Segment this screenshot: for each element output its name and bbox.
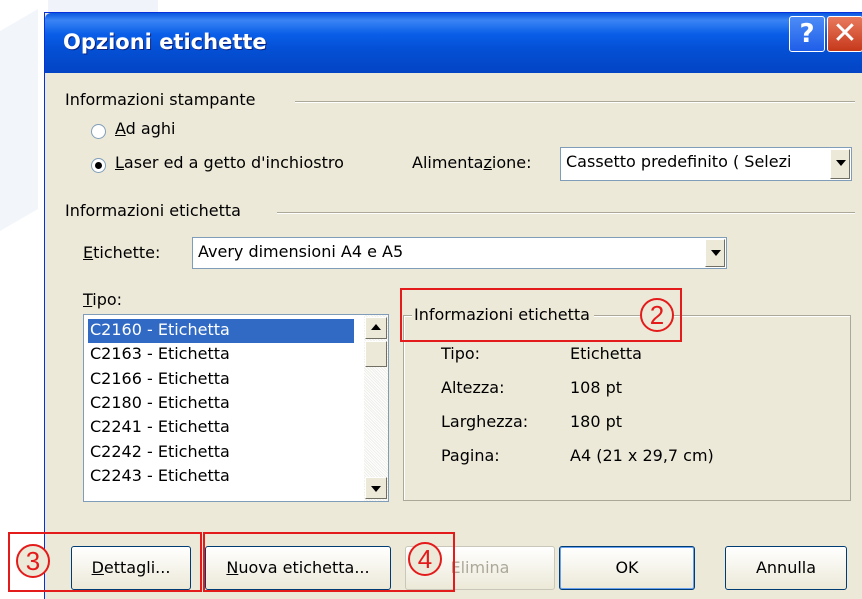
vertical-scrollbar[interactable] [364, 315, 388, 501]
list-item[interactable]: C2243 - Etichetta [90, 465, 230, 489]
dot-matrix-radio[interactable] [91, 124, 106, 139]
callout-badge-3: 3 [16, 544, 50, 578]
list-item[interactable]: C2242 - Etichetta [90, 441, 230, 465]
printer-info-group-label: Informazioni stampante [65, 90, 260, 109]
scroll-up-icon[interactable] [365, 317, 387, 339]
tray-label: Alimentazione: [412, 153, 532, 172]
callout-badge-4: 4 [408, 542, 442, 576]
detail-page-value: A4 (21 x 29,7 cm) [570, 446, 714, 465]
vendor-select[interactable]: Avery dimensioni A4 e A5 [192, 237, 727, 269]
chevron-down-icon[interactable] [830, 149, 850, 179]
dialog-title: Opzioni etichette [63, 30, 267, 54]
label-info-group-label: Informazioni etichetta [65, 201, 245, 220]
detail-width-label: Larghezza: [441, 412, 529, 431]
group-divider [277, 212, 855, 214]
group-divider [295, 101, 855, 103]
list-item[interactable]: C2163 - Etichetta [90, 343, 230, 367]
detail-height-value: 108 pt [570, 378, 623, 397]
scroll-thumb[interactable] [365, 341, 387, 367]
dot-matrix-label[interactable]: Ad aghi [115, 119, 175, 138]
detail-width-value: 180 pt [570, 412, 623, 431]
list-item[interactable]: C2160 - Etichetta [88, 319, 354, 343]
scroll-down-icon[interactable] [365, 477, 387, 499]
vendor-label: Etichette: [83, 243, 161, 262]
detail-page-label: Pagina: [441, 446, 500, 465]
ok-button[interactable]: OK [559, 546, 695, 590]
list-item[interactable]: C2241 - Etichetta [90, 416, 230, 440]
watermark-shape [48, 0, 158, 12]
chevron-down-icon[interactable] [705, 239, 725, 267]
detail-height-label: Altezza: [441, 378, 505, 397]
help-icon: ? [799, 19, 815, 49]
tray-select[interactable]: Cassetto predefinito ( Selezi [560, 147, 852, 181]
laser-label[interactable]: Laser ed a getto d'inchiostro [115, 153, 344, 172]
tray-select-value: Cassetto predefinito ( Selezi [566, 152, 792, 171]
cancel-button[interactable]: Annulla [725, 546, 847, 590]
help-button[interactable]: ? [789, 16, 825, 52]
list-item[interactable]: C2180 - Etichetta [90, 392, 230, 416]
laser-radio[interactable] [91, 158, 106, 173]
detail-type-label: Tipo: [441, 344, 481, 363]
label-details-box [403, 315, 851, 501]
type-label: Tipo: [83, 290, 123, 309]
close-button[interactable]: ✕ [827, 16, 862, 52]
watermark-shape [0, 9, 38, 231]
close-icon: ✕ [832, 16, 858, 51]
vendor-select-value: Avery dimensioni A4 e A5 [198, 242, 404, 261]
detail-type-value: Etichetta [570, 344, 642, 363]
list-item[interactable]: C2166 - Etichetta [90, 368, 230, 392]
type-listbox[interactable]: C2160 - Etichetta C2163 - Etichetta C2166 … [83, 314, 389, 502]
callout-badge-2: 2 [640, 298, 674, 332]
title-bar[interactable]: Opzioni etichette ? ✕ [45, 13, 862, 73]
